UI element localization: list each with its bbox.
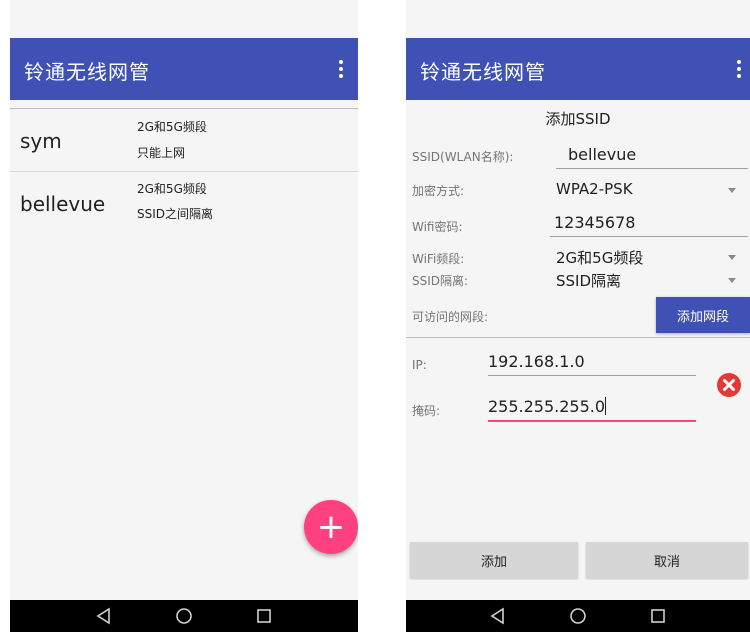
encryption-label: 加密方式:	[412, 184, 465, 198]
ssid-name-underline	[556, 168, 748, 169]
chevron-down-icon[interactable]	[728, 278, 736, 283]
chevron-down-icon[interactable]	[728, 255, 736, 260]
cancel-button[interactable]: 取消	[586, 542, 748, 578]
ip-input[interactable]: 192.168.1.0	[488, 352, 585, 371]
list-item-ssid-bellevue[interactable]: bellevue 2G和5G频段 SSID之间隔离	[10, 172, 358, 234]
accessible-segments-label: 可访问的网段:	[412, 310, 489, 324]
circle-home-icon[interactable]	[172, 606, 196, 626]
phone-screen-add-ssid: 铃通无线网管 添加SSID SSID(WLAN名称): bellevue 加密方…	[406, 0, 750, 632]
mask-label: 掩码:	[412, 404, 441, 418]
ssid-list-content: sym 2G和5G频段 只能上网 bellevue 2G和5G频段 SSID之间…	[10, 100, 358, 600]
ssid-isolation-label: SSID隔离:	[412, 274, 469, 288]
form-title: 添加SSID	[545, 110, 611, 128]
add-ssid-form: 添加SSID SSID(WLAN名称): bellevue 加密方式: WPA2…	[406, 100, 750, 600]
mask-input[interactable]: 255.255.255.0	[488, 397, 607, 416]
ssid-name: bellevue	[20, 192, 106, 216]
app-bar: 铃通无线网管	[10, 38, 358, 100]
ssid-mode: 只能上网	[137, 146, 186, 160]
ssid-name-input[interactable]: bellevue	[568, 145, 636, 164]
wifi-band-label: WiFi频段:	[412, 252, 465, 266]
phone-screen-ssid-list: 铃通无线网管 sym 2G和5G频段 只能上网 bellevue 2G和5G频段…	[10, 0, 358, 632]
divider	[406, 337, 750, 338]
square-recent-icon[interactable]	[252, 606, 276, 626]
wifi-password-underline	[550, 236, 748, 237]
wifi-password-input[interactable]: 12345678	[554, 213, 635, 232]
ssid-isolation-select[interactable]: SSID隔离	[556, 270, 621, 291]
text-cursor	[605, 397, 607, 415]
triangle-back-icon[interactable]	[486, 606, 510, 626]
encryption-select[interactable]: WPA2-PSK	[556, 180, 633, 198]
add-ssid-button[interactable]: +	[304, 500, 358, 554]
navigation-bar	[10, 600, 358, 632]
list-item-ssid-sym[interactable]: sym 2G和5G频段 只能上网	[10, 109, 358, 172]
ssid-mode: SSID之间隔离	[137, 207, 214, 221]
circle-home-icon[interactable]	[566, 606, 590, 626]
ssid-name: sym	[20, 129, 62, 153]
ip-underline	[488, 375, 696, 376]
more-vert-icon[interactable]	[732, 54, 746, 84]
add-segment-button[interactable]: 添加网段	[656, 297, 750, 333]
triangle-back-icon[interactable]	[92, 606, 116, 626]
status-bar	[10, 0, 358, 38]
app-title: 铃通无线网管	[420, 60, 546, 84]
ip-label: IP:	[412, 358, 427, 372]
app-title: 铃通无线网管	[24, 60, 150, 84]
wifi-password-label: Wifi密码:	[412, 220, 463, 234]
mask-value: 255.255.255.0	[488, 397, 606, 416]
add-button[interactable]: 添加	[410, 542, 578, 578]
ssid-name-label: SSID(WLAN名称):	[412, 150, 514, 164]
close-circle-icon[interactable]	[716, 372, 742, 398]
more-vert-icon[interactable]	[334, 54, 348, 84]
ssid-band: 2G和5G频段	[137, 120, 207, 134]
wifi-band-select[interactable]: 2G和5G频段	[556, 247, 643, 268]
ssid-band: 2G和5G频段	[137, 182, 207, 196]
plus-icon: +	[316, 507, 346, 547]
navigation-bar	[406, 600, 750, 632]
chevron-down-icon[interactable]	[728, 188, 736, 193]
status-bar	[406, 0, 750, 38]
mask-underline-focused	[488, 420, 696, 422]
square-recent-icon[interactable]	[646, 606, 670, 626]
app-bar: 铃通无线网管	[406, 38, 750, 100]
